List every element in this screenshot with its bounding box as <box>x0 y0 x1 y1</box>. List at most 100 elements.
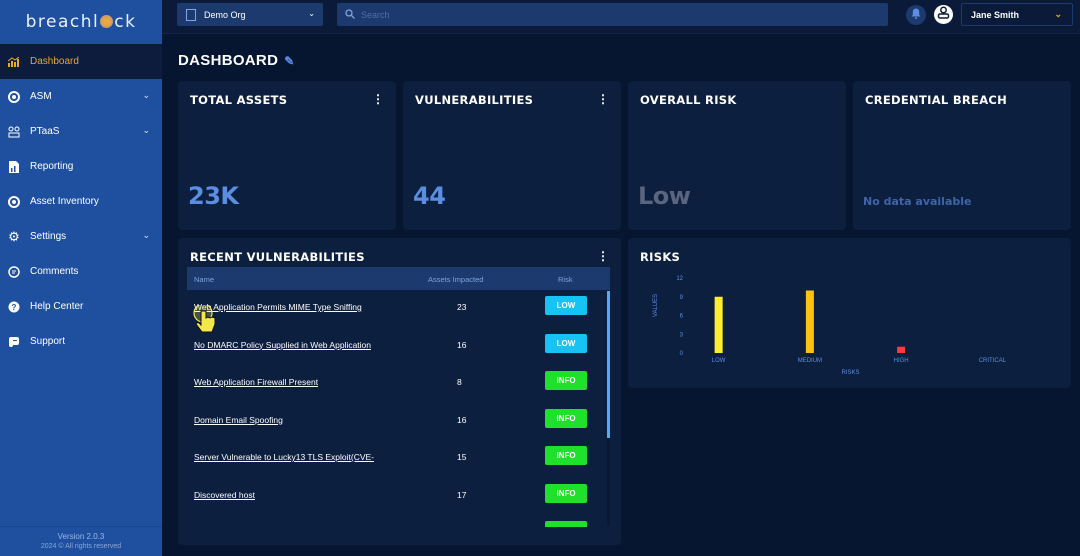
search-bar[interactable] <box>337 3 888 26</box>
x-tick-label: HIGH <box>894 358 909 364</box>
comment-icon <box>8 265 20 278</box>
chevron-down-icon[interactable]: ⌄ <box>142 90 150 101</box>
x-tick-label: MEDIUM <box>798 358 822 364</box>
sidebar-item-label: Support <box>30 336 66 347</box>
building-icon <box>186 8 196 21</box>
y-tick-label: 3 <box>680 332 684 338</box>
table-row[interactable]: Server Vulnerable to Lucky13 TLS Exploit… <box>187 440 607 477</box>
sidebar-item-label: PTaaS <box>30 126 60 137</box>
chevron-down-icon[interactable]: ⌄ <box>142 125 150 136</box>
x-tick-label: LOW <box>712 358 726 364</box>
topbar: Demo Org ⌄ Jane Smith ⌄ <box>162 0 1080 34</box>
assets-impacted-count: 8 <box>457 377 462 387</box>
assets-impacted-count: 16 <box>457 339 467 350</box>
table-body: Web Application Permits MIME Type Sniffi… <box>187 290 610 527</box>
sidebar-item-label: Settings <box>30 231 67 242</box>
sidebar-item-asset-inventory[interactable]: Asset Inventory <box>0 184 162 219</box>
user-menu[interactable]: Jane Smith ⌄ <box>961 3 1073 26</box>
more-vertical-icon[interactable]: ⋮ <box>372 93 384 105</box>
search-input[interactable] <box>361 9 861 20</box>
risk-badge: INFO <box>545 483 587 503</box>
total-assets-card: TOTAL ASSETS ⋮ 23K <box>178 81 396 230</box>
sidebar-item-support[interactable]: Support <box>0 324 162 359</box>
bar-high <box>897 346 906 353</box>
logo[interactable]: breachl ck <box>0 0 162 44</box>
y-tick-label: 9 <box>680 295 684 301</box>
sidebar-item-label: Asset Inventory <box>30 196 99 207</box>
risk-badge: INFO <box>545 446 587 465</box>
support-icon <box>8 336 20 348</box>
table-row[interactable]: Web Application Firewall Present 8 INFO <box>187 365 607 402</box>
sidebar-item-help-center[interactable]: ? Help Center <box>0 289 162 324</box>
report-icon <box>8 160 20 173</box>
overall-risk-card: OVERALL RISK Low <box>628 81 846 230</box>
search-icon <box>345 6 355 24</box>
sidebar-item-ptaas[interactable]: PTaaS ⌄ <box>0 114 162 149</box>
vulnerability-name-link[interactable]: No DMARC Policy Supplied in Web Applicat… <box>194 340 371 350</box>
card-title: OVERALL RISK <box>640 93 737 107</box>
column-header-assets[interactable]: Assets Impacted <box>428 275 483 284</box>
more-vertical-icon[interactable]: ⋮ <box>597 250 609 262</box>
bar-low <box>714 296 723 353</box>
sidebar-item-reporting[interactable]: Reporting <box>0 149 162 184</box>
users-icon <box>8 126 20 138</box>
more-vertical-icon[interactable]: ⋮ <box>597 93 609 105</box>
table-row[interactable]: Discovered host 17 INFO <box>187 478 607 515</box>
gear-icon: ⚙ <box>8 229 20 244</box>
sidebar: breachl ck Dashboard ASM ⌄ PTaaS ⌄ Report… <box>0 0 162 556</box>
version-text: Version 2.0.3 <box>57 532 105 541</box>
risks-card: RISKS VALUES 0 3 6 9 12 LOW MEDIUM HIGH CRITICAL R… <box>628 238 1071 388</box>
table-row[interactable]: Web Application Permits MIME Type Sniffi… <box>187 290 607 327</box>
y-axis-label: VALUES <box>653 294 659 317</box>
user-icon <box>937 6 950 24</box>
risk-badge: INFO <box>545 408 587 428</box>
vulnerability-name-link[interactable]: Web Application Permits MIME Type Sniffi… <box>194 302 362 312</box>
no-data-text: No data available <box>863 195 972 208</box>
column-header-name[interactable]: Name <box>194 275 214 284</box>
chevron-down-icon: ⌄ <box>1054 9 1062 19</box>
user-name: Jane Smith <box>971 9 1020 20</box>
credential-breach-card: CREDENTIAL BREACH No data available <box>853 81 1071 230</box>
x-tick-label: CRITICAL <box>979 358 1007 364</box>
target-icon <box>8 195 20 208</box>
org-selector[interactable]: Demo Org ⌄ <box>177 3 323 26</box>
edit-pencil-icon[interactable]: ✎ <box>284 54 294 68</box>
sidebar-item-asm[interactable]: ASM ⌄ <box>0 79 162 114</box>
card-title: CREDENTIAL BREACH <box>865 93 1008 107</box>
avatar[interactable] <box>934 5 953 24</box>
risk-badge: INFO <box>545 521 587 527</box>
notifications-button[interactable] <box>906 5 926 25</box>
recent-vulnerabilities-card: RECENT VULNERABILITIES ⋮ Name Assets Imp… <box>178 238 621 545</box>
scrollbar-thumb[interactable] <box>607 291 610 438</box>
chart-icon <box>8 56 20 68</box>
target-icon <box>8 90 20 103</box>
sidebar-item-comments[interactable]: Comments <box>0 254 162 289</box>
card-title: RECENT VULNERABILITIES <box>190 250 365 264</box>
chevron-down-icon[interactable]: ⌄ <box>142 230 150 241</box>
sidebar-item-label: Reporting <box>30 161 74 172</box>
risk-badge: INFO <box>545 371 587 390</box>
chevron-down-icon: ⌄ <box>308 9 315 18</box>
lock-icon <box>100 15 114 28</box>
vulnerability-name-link[interactable]: Server Vulnerable to Lucky13 TLS Exploit… <box>194 452 374 462</box>
total-assets-value: 23K <box>188 182 239 210</box>
table-row[interactable]: No DMARC Policy Supplied in Web Applicat… <box>187 328 607 365</box>
sidebar-item-settings[interactable]: ⚙ Settings ⌄ <box>0 219 162 254</box>
help-icon: ? <box>8 301 20 313</box>
column-header-risk[interactable]: Risk <box>558 275 573 284</box>
card-title: TOTAL ASSETS <box>190 93 288 107</box>
vulnerabilities-card: VULNERABILITIES ⋮ 44 <box>403 81 621 230</box>
vulnerability-name-link[interactable]: Discovered host <box>194 490 255 500</box>
risk-badge: LOW <box>545 296 587 315</box>
page-title-text: DASHBOARD <box>178 52 279 69</box>
vulnerability-name-link[interactable]: Web Application Firewall Present <box>194 377 318 387</box>
table-row[interactable]: INFO <box>187 515 607 527</box>
sidebar-item-label: Dashboard <box>30 56 79 67</box>
sidebar-item-label: ASM <box>30 91 52 102</box>
sidebar-item-dashboard[interactable]: Dashboard <box>0 44 162 79</box>
sidebar-footer: Version 2.0.3 2024 © All rights reserved <box>0 526 162 556</box>
bell-icon <box>911 6 921 24</box>
vulnerability-name-link[interactable]: Domain Email Spoofing <box>194 415 283 425</box>
x-axis-label: RISKS <box>841 370 859 376</box>
table-row[interactable]: Domain Email Spoofing 16 INFO <box>187 403 607 440</box>
